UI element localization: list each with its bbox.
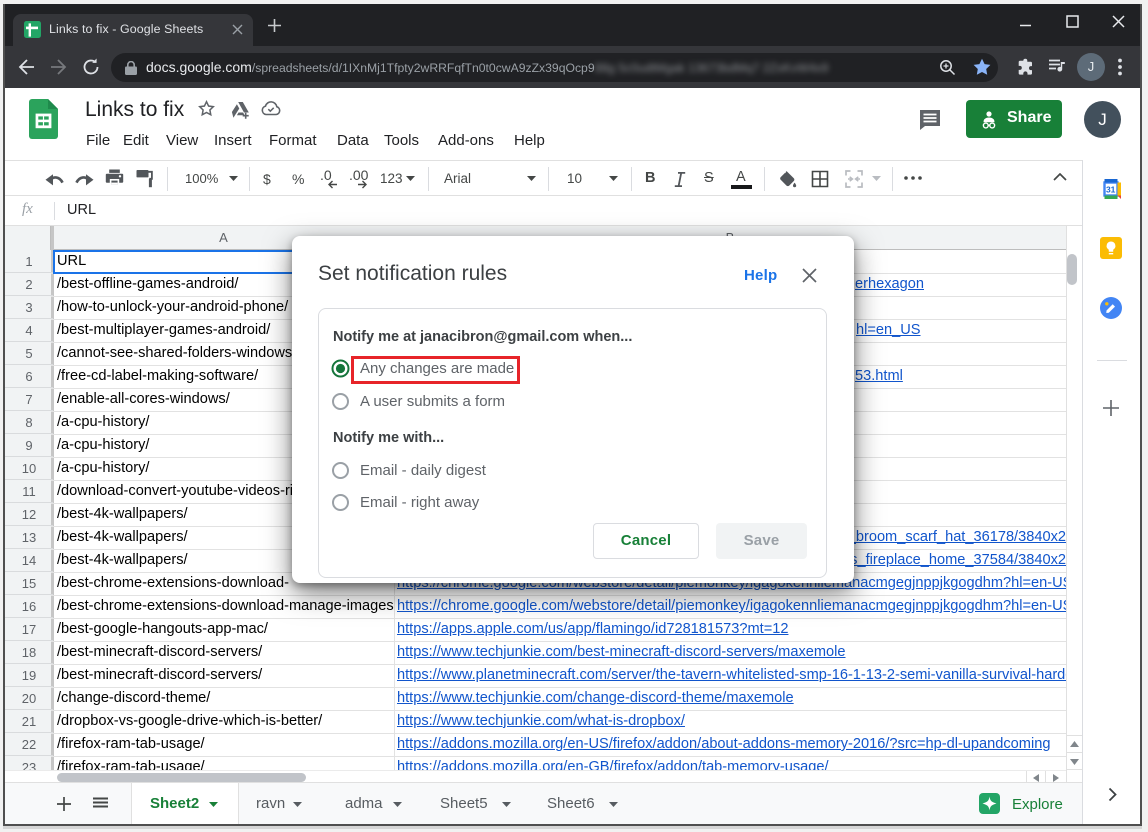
svg-text:31: 31 [1106,185,1116,195]
